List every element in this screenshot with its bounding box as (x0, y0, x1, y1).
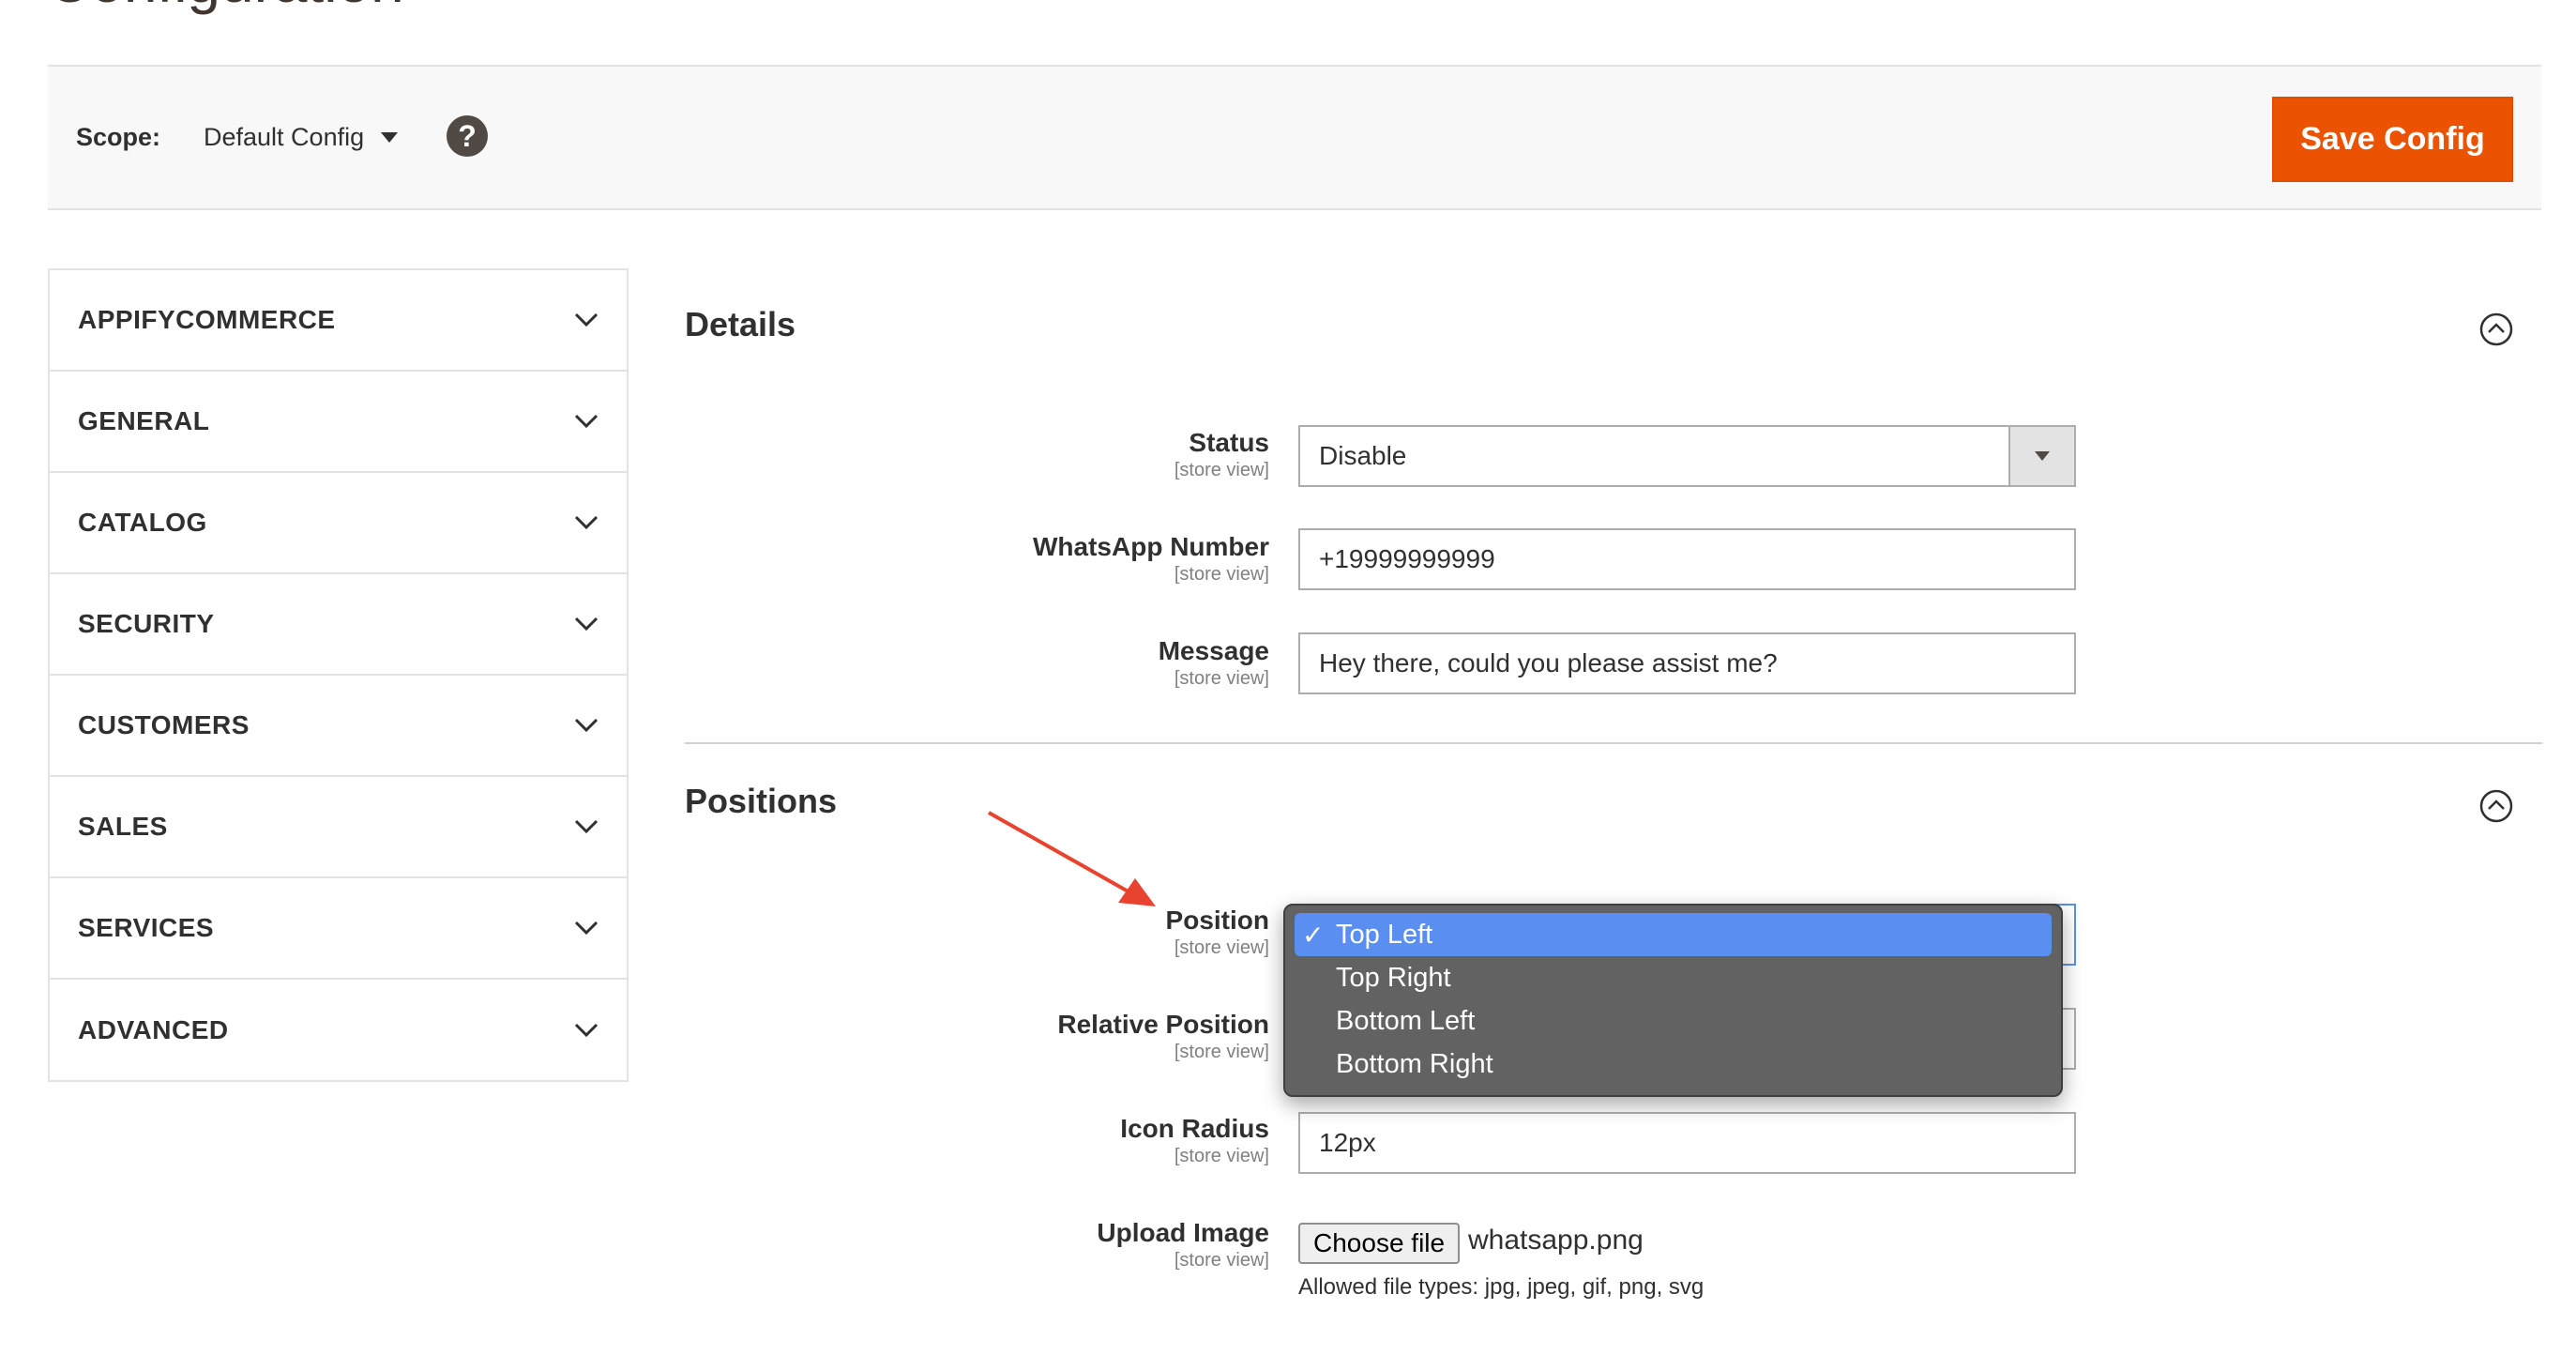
save-config-button[interactable]: Save Config (2272, 97, 2513, 182)
sidebar-item-label: SECURITY (78, 609, 215, 638)
help-icon[interactable]: ? (447, 115, 488, 157)
field-scope: [store view] (1174, 1250, 1269, 1271)
checkmark-icon: ✓ (1302, 920, 1325, 950)
dropdown-option-label: Top Right (1336, 962, 1451, 993)
config-sidebar: APPIFYCOMMERCE GENERAL CATALOG SECURITY … (48, 268, 629, 1082)
chevron-down-icon (574, 921, 599, 936)
chevron-down-icon (574, 718, 599, 733)
caret-down-icon (381, 132, 399, 143)
scope-value: Default Config (204, 123, 365, 151)
field-scope: [store view] (1174, 1146, 1269, 1166)
field-label-text: Message (1158, 636, 1269, 665)
details-section-title[interactable]: Details (685, 305, 796, 344)
caret-down-icon (2035, 451, 2050, 461)
icon-radius-input[interactable]: 12px (1298, 1112, 2076, 1174)
sidebar-item-services[interactable]: SERVICES (50, 878, 627, 980)
help-icon-glyph: ? (458, 118, 477, 153)
chevron-down-icon (574, 515, 599, 530)
field-label-text: Relative Position (1057, 1010, 1269, 1039)
annotation-arrow-icon (988, 811, 1156, 906)
choose-file-button[interactable]: Choose file (1298, 1223, 1461, 1264)
whatsapp-label: WhatsApp Number [store view] (1033, 531, 1269, 586)
message-label: Message [store view] (1159, 635, 1269, 690)
icon-radius-value: 12px (1319, 1128, 1376, 1157)
collapse-up-icon[interactable] (2479, 312, 2513, 346)
dropdown-option-label: Bottom Right (1336, 1048, 1493, 1079)
sidebar-item-advanced[interactable]: ADVANCED (50, 980, 627, 1081)
chevron-down-icon (574, 414, 599, 429)
positions-section-title[interactable]: Positions (685, 782, 837, 821)
sidebar-item-label: SALES (78, 812, 168, 841)
sidebar-item-label: CUSTOMERS (78, 710, 250, 739)
sidebar-item-label: GENERAL (78, 406, 210, 435)
dropdown-option-bottom-left[interactable]: Bottom Left (1295, 999, 2052, 1043)
sidebar-item-appifycommerce[interactable]: APPIFYCOMMERCE (50, 270, 627, 372)
sidebar-item-label: SERVICES (78, 913, 215, 942)
sidebar-item-customers[interactable]: CUSTOMERS (50, 676, 627, 777)
field-scope: [store view] (1174, 1042, 1269, 1062)
dropdown-option-label: Top Left (1336, 919, 1433, 950)
chevron-down-icon (574, 617, 599, 632)
field-label-text: Position (1165, 906, 1269, 935)
scope-switcher[interactable]: Default Config (204, 123, 399, 152)
page-title: Configuration (47, 0, 404, 18)
field-scope: [store view] (1174, 937, 1269, 958)
status-label: Status [store view] (1174, 427, 1269, 481)
sidebar-item-general[interactable]: GENERAL (50, 372, 627, 473)
dropdown-option-bottom-right[interactable]: Bottom Right (1295, 1043, 2052, 1086)
position-label: Position [store view] (1166, 905, 1269, 959)
upload-image-label: Upload Image [store view] (1097, 1217, 1269, 1271)
whatsapp-number-value: +19999999999 (1319, 544, 1495, 573)
sidebar-item-label: CATALOG (78, 508, 207, 537)
whatsapp-number-input[interactable]: +19999999999 (1298, 528, 2076, 590)
allowed-file-types: Allowed file types: jpg, jpeg, gif, png,… (1298, 1274, 1705, 1300)
position-dropdown: ✓ Top Left Top Right Bottom Left Bottom … (1283, 904, 2063, 1097)
selected-file-name: whatsapp.png (1468, 1225, 1644, 1256)
message-value: Hey there, could you please assist me? (1319, 648, 1778, 678)
field-label-text: Icon Radius (1120, 1114, 1269, 1143)
section-divider (685, 742, 2542, 744)
field-scope: [store view] (1174, 564, 1269, 585)
select-toggle[interactable] (2008, 427, 2074, 485)
field-label-text: WhatsApp Number (1033, 532, 1269, 561)
dropdown-option-top-right[interactable]: Top Right (1295, 956, 2052, 999)
sidebar-item-label: APPIFYCOMMERCE (78, 305, 336, 334)
scope-label: Scope: (76, 123, 161, 151)
dropdown-option-top-left[interactable]: ✓ Top Left (1295, 913, 2052, 956)
field-scope: [store view] (1174, 668, 1269, 689)
field-label-text: Upload Image (1097, 1218, 1269, 1247)
sidebar-item-catalog[interactable]: CATALOG (50, 473, 627, 574)
field-scope: [store view] (1174, 460, 1269, 480)
collapse-up-icon[interactable] (2479, 789, 2513, 823)
scope-bar: Scope: Default Config ? Save Config (48, 65, 2541, 210)
relative-position-label: Relative Position [store view] (1057, 1009, 1269, 1063)
icon-radius-label: Icon Radius [store view] (1120, 1113, 1269, 1167)
chevron-down-icon (574, 1023, 599, 1038)
message-input[interactable]: Hey there, could you please assist me? (1298, 632, 2076, 694)
sidebar-item-security[interactable]: SECURITY (50, 574, 627, 676)
chevron-down-icon (574, 819, 599, 834)
status-select[interactable]: Disable (1298, 425, 2076, 487)
sidebar-item-sales[interactable]: SALES (50, 777, 627, 878)
sidebar-item-label: ADVANCED (78, 1015, 229, 1044)
field-label-text: Status (1189, 428, 1269, 457)
chevron-down-icon (574, 312, 599, 327)
dropdown-option-label: Bottom Left (1336, 1005, 1476, 1036)
status-select-value: Disable (1319, 441, 1407, 470)
